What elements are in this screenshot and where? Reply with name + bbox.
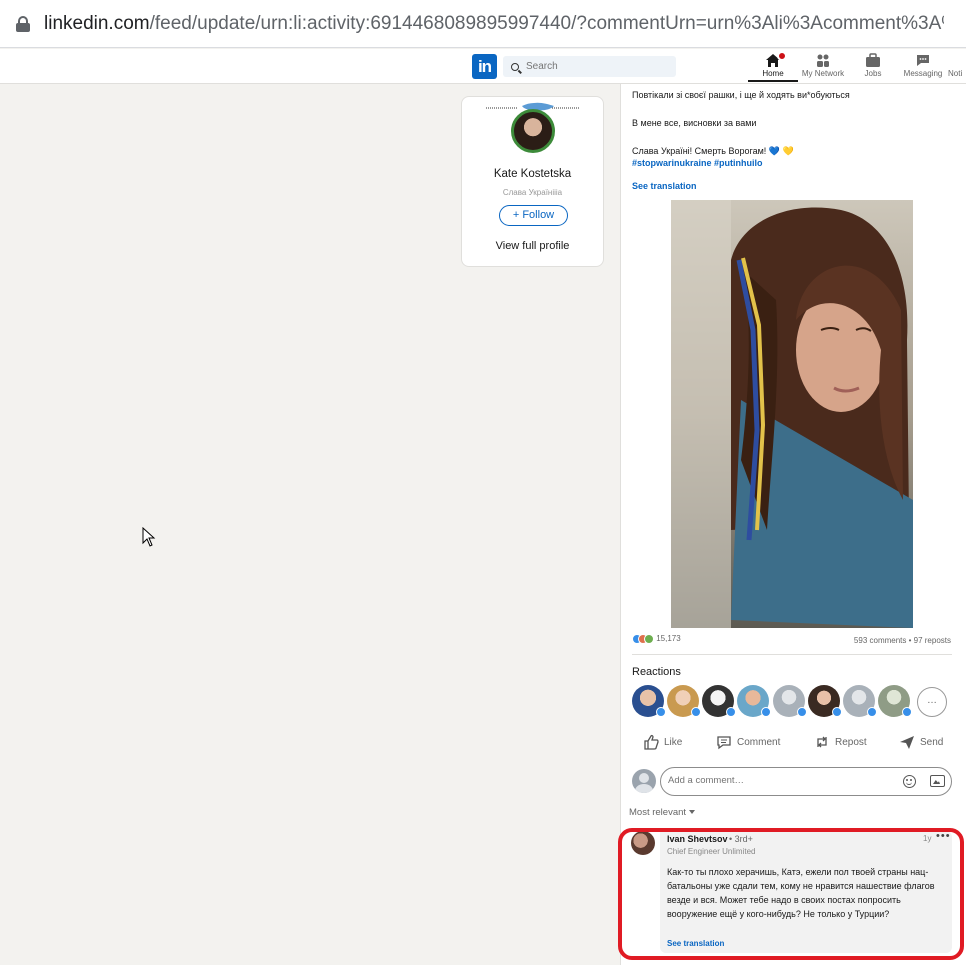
- post-photo-illustration: [671, 200, 913, 628]
- repost-label: Repost: [835, 736, 867, 748]
- follow-button[interactable]: + Follow: [499, 205, 568, 226]
- search-icon: [511, 62, 519, 71]
- view-full-profile-link[interactable]: View full profile: [462, 240, 603, 252]
- nav-jobs[interactable]: Jobs: [852, 51, 894, 82]
- linkedin-logo-icon[interactable]: in: [472, 54, 497, 79]
- reaction-count: 15,173: [656, 634, 681, 644]
- post-text-line: Повтікали зі своєї рашки, і ще й ходять …: [632, 90, 850, 100]
- post-image[interactable]: [671, 200, 913, 628]
- reaction-summary[interactable]: 15,173: [632, 634, 681, 644]
- nav-jobs-label: Jobs: [864, 69, 882, 78]
- reactor-avatar[interactable]: [737, 685, 771, 717]
- see-translation-link[interactable]: See translation: [632, 181, 697, 191]
- post-text-line: Слава Україні! Смерть Ворогам! 💙 💛: [632, 146, 794, 156]
- browser-address-bar[interactable]: linkedin.com/feed/update/urn:li:activity…: [0, 0, 966, 48]
- repost-icon: [817, 736, 827, 748]
- nav-home-label: Home: [762, 69, 784, 78]
- emoji-icon[interactable]: [903, 775, 916, 788]
- reactor-avatar[interactable]: [773, 685, 807, 717]
- comment-label: Comment: [737, 736, 781, 748]
- nav-notifications[interactable]: Noti: [948, 51, 966, 82]
- repost-button[interactable]: Repost: [814, 734, 867, 750]
- post-hashtags[interactable]: #stopwarinukraine #putinhuilo: [632, 158, 763, 168]
- profile-card: Kate Kostetska Слава Україніііа + Follow…: [461, 96, 604, 267]
- chevron-down-icon: [689, 810, 696, 815]
- my-avatar: [632, 769, 656, 793]
- send-label: Send: [920, 736, 944, 748]
- post-text-line: В мене все, висновки за вами: [632, 118, 757, 128]
- sort-dropdown[interactable]: Most relevant: [629, 807, 696, 818]
- reactor-avatar[interactable]: [808, 685, 842, 717]
- search-input[interactable]: [526, 61, 666, 72]
- nav-my-network[interactable]: My Network: [799, 51, 847, 82]
- comment-input-box[interactable]: [660, 767, 952, 796]
- reactor-avatar[interactable]: [878, 685, 912, 717]
- url-path: /feed/update/urn:li:activity:69144680898…: [149, 12, 944, 34]
- reactor-avatar[interactable]: [632, 685, 666, 717]
- divider: [632, 654, 952, 655]
- profile-name[interactable]: Kate Kostetska: [462, 168, 603, 180]
- like-button[interactable]: Like: [643, 734, 682, 750]
- nav-messaging-label: Messaging: [903, 69, 943, 78]
- lock-icon[interactable]: [16, 15, 30, 32]
- comment-icon: [717, 736, 731, 750]
- home-icon: [748, 51, 798, 68]
- send-button[interactable]: Send: [899, 734, 943, 750]
- reactor-avatar[interactable]: [667, 685, 701, 717]
- comment-button[interactable]: Comment: [716, 734, 780, 750]
- profile-headline: Слава Україніііа: [502, 188, 563, 197]
- reaction-icons: [632, 634, 654, 644]
- briefcase-icon: [852, 51, 894, 68]
- nav-notifications-label: Noti: [948, 69, 963, 78]
- like-label: Like: [664, 736, 683, 748]
- comments-reposts-count[interactable]: 593 comments • 97 reposts: [854, 636, 951, 645]
- search-bar[interactable]: [503, 56, 676, 77]
- mouse-cursor-icon: [142, 527, 156, 547]
- nav-home[interactable]: Home: [748, 51, 798, 82]
- notification-badge: [777, 51, 787, 61]
- like-icon: [644, 734, 659, 750]
- network-icon: [799, 51, 847, 68]
- url-host: linkedin.com: [44, 12, 150, 34]
- sort-label: Most relevant: [629, 807, 687, 818]
- more-reactions-button[interactable]: …: [917, 687, 947, 717]
- send-icon: [900, 736, 914, 749]
- avatar[interactable]: [511, 109, 555, 153]
- bell-icon: [948, 51, 966, 68]
- reactor-avatar[interactable]: [843, 685, 877, 717]
- comment-input[interactable]: [668, 775, 868, 786]
- url-text[interactable]: linkedin.com/feed/update/urn:li:activity…: [44, 13, 944, 35]
- message-icon: [900, 51, 946, 68]
- nav-my-network-label: My Network: [801, 69, 845, 78]
- linkedin-top-nav: in Home My Network Jobs Messaging Noti: [0, 49, 966, 84]
- nav-messaging[interactable]: Messaging: [900, 51, 946, 82]
- image-icon[interactable]: [930, 775, 945, 787]
- red-highlight-box: [618, 828, 964, 960]
- reactor-avatar[interactable]: [702, 685, 736, 717]
- reactions-title: Reactions: [632, 666, 681, 678]
